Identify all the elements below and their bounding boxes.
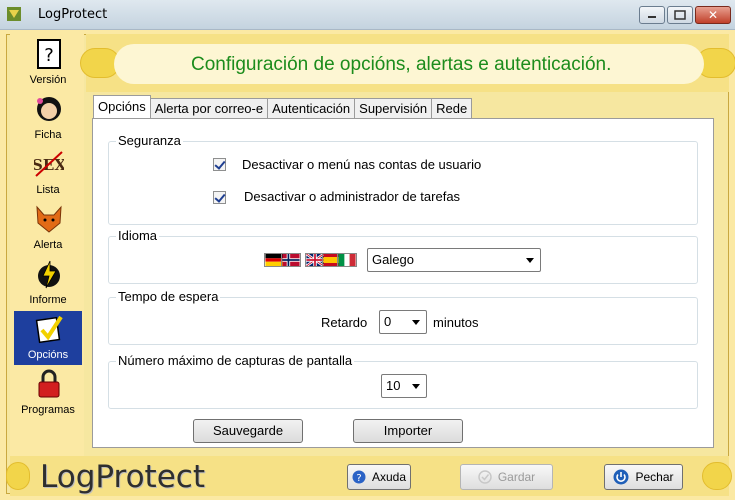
sidebar-item-opcions[interactable]: Opcións [14, 311, 82, 365]
save-settings-button[interactable]: Sauvegarde [193, 419, 303, 443]
tab-alerta-correo[interactable]: Alerta por correo-e [149, 98, 269, 118]
sidebar-item-label: Versión [29, 74, 67, 86]
minutos-label: minutos [433, 315, 479, 330]
tab-opcions[interactable]: Opcións [93, 95, 151, 118]
minimize-icon [648, 16, 656, 18]
padlock-icon [38, 369, 60, 398]
sidebar-item-label: Opcións [27, 349, 69, 361]
retardo-label: Retardo [321, 315, 368, 330]
chevron-down-icon [526, 258, 534, 263]
tab-bar: Opcións Alerta por correo-e Autenticació… [93, 95, 473, 118]
tab-supervision[interactable]: Supervisión [354, 98, 433, 118]
window-title: LogProtect [38, 7, 108, 22]
sidebar-item-label: Informe [29, 294, 67, 306]
seguranza-label: Seguranza [116, 133, 183, 148]
capturas-group: Número máximo de capturas de pantalla 10 [108, 353, 698, 409]
sex-list-icon: SEX [34, 151, 64, 177]
fox-alert-icon [36, 205, 62, 233]
sidebar-item-label: Lista [36, 184, 60, 196]
page-title: Configuración de opcións, alertas e aute… [191, 54, 612, 75]
maximize-icon [674, 10, 686, 20]
tempo-group: Tempo de espera Retardo 0 minutos [108, 289, 698, 345]
sidebar-item-version[interactable]: ? Versión [14, 36, 82, 90]
gardar-button[interactable]: Gardar [460, 464, 553, 490]
sidebar-item-label: Ficha [34, 129, 62, 141]
chevron-down-icon [412, 384, 420, 389]
footer-decoration [702, 462, 732, 490]
capturas-label: Número máximo de capturas de pantalla [116, 353, 355, 368]
help-button[interactable]: ? Axuda [347, 464, 411, 490]
app-logo: LogProtect [40, 459, 205, 495]
sidebar-item-programas[interactable]: Programas [14, 366, 82, 420]
disable-user-menu-label: Desactivar o menú nas contas de usuario [242, 157, 482, 172]
power-icon [613, 469, 629, 485]
seguranza-group: Seguranza Desactivar o menú nas contas d… [108, 133, 698, 225]
save-icon [478, 470, 492, 484]
sidebar: ? Versión Ficha SEX Lista Alerta Informe [10, 34, 84, 460]
retardo-select[interactable]: 0 [379, 310, 427, 334]
sidebar-item-lista[interactable]: SEX Lista [14, 146, 82, 200]
help-book-icon: ? [37, 39, 61, 69]
svg-text:?: ? [44, 45, 54, 66]
idioma-label: Idioma [116, 228, 160, 243]
gardar-label: Gardar [497, 470, 536, 484]
disable-task-manager-label: Desactivar o administrador de tarefas [244, 189, 461, 204]
sidebar-item-label: Programas [21, 404, 75, 416]
tempo-label: Tempo de espera [116, 289, 221, 304]
close-icon: ✕ [707, 8, 719, 22]
girl-avatar-icon [37, 97, 61, 121]
capturas-select[interactable]: 10 [381, 374, 427, 398]
checkmark-options-icon [35, 315, 63, 344]
maximize-button[interactable] [667, 6, 693, 24]
capturas-value: 10 [386, 378, 401, 393]
norwegian-flag-icon[interactable] [281, 253, 301, 267]
sidebar-item-informe[interactable]: Informe [14, 256, 82, 310]
sidebar-item-ficha[interactable]: Ficha [14, 91, 82, 145]
lightning-report-icon [38, 260, 60, 289]
sidebar-item-label: Alerta [33, 239, 63, 251]
minimize-button[interactable] [639, 6, 665, 24]
import-button[interactable]: Importer [353, 419, 463, 443]
header-banner: Configuración de opcións, alertas e aute… [80, 34, 735, 92]
footer-decoration [6, 462, 30, 490]
close-button[interactable]: ✕ [695, 6, 731, 24]
help-label: Axuda [371, 470, 407, 484]
italian-flag-icon[interactable] [337, 253, 357, 267]
sidebar-item-alerta[interactable]: Alerta [14, 201, 82, 255]
chevron-down-icon [412, 320, 420, 325]
title-bar: LogProtect ✕ [0, 0, 735, 30]
language-select[interactable]: Galego [367, 248, 541, 272]
app-icon [7, 7, 21, 21]
tab-rede[interactable]: Rede [431, 98, 473, 118]
pechar-label: Pechar [635, 470, 674, 484]
retardo-value: 0 [384, 314, 392, 329]
disable-task-manager-checkbox[interactable] [213, 191, 226, 204]
language-select-value: Galego [372, 252, 414, 267]
options-panel: Seguranza Desactivar o menú nas contas d… [92, 118, 714, 448]
disable-user-menu-checkbox[interactable] [213, 158, 226, 171]
help-icon: ? [352, 470, 366, 484]
svg-text:?: ? [356, 473, 361, 484]
tab-autenticacion[interactable]: Autenticación [267, 98, 356, 118]
idioma-group: Idioma Galego [108, 228, 698, 284]
pechar-button[interactable]: Pechar [604, 464, 683, 490]
